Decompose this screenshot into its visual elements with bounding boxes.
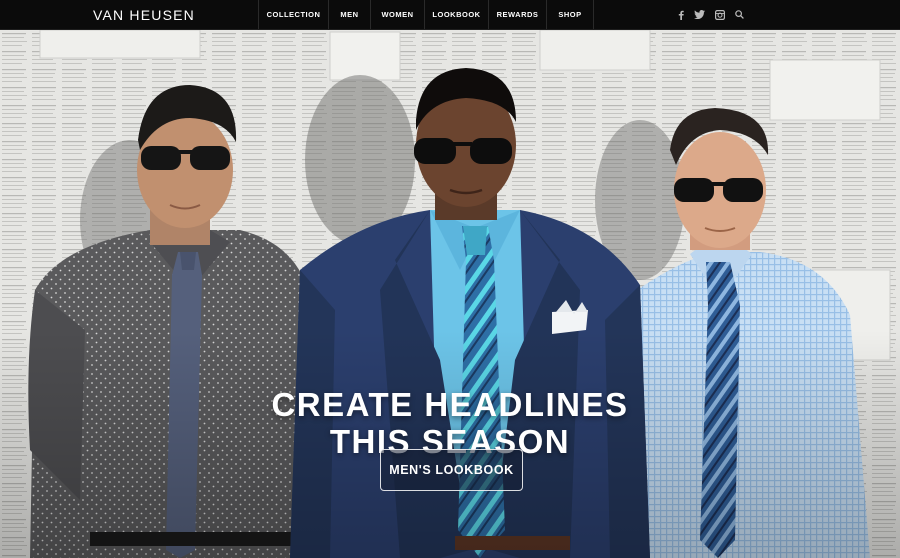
- nav-item-men[interactable]: MEN: [328, 0, 370, 29]
- nav-item-lookbook[interactable]: LOOKBOOK: [424, 0, 488, 29]
- brand-logo[interactable]: VAN HEUSEN: [0, 0, 258, 29]
- nav-item-shop[interactable]: SHOP: [546, 0, 594, 29]
- instagram-icon[interactable]: [715, 9, 725, 20]
- nav-item-rewards[interactable]: REWARDS: [488, 0, 546, 29]
- search-icon[interactable]: [735, 10, 744, 19]
- top-navigation-bar: VAN HEUSEN COLLECTION MEN WOMEN LOOKBOOK…: [0, 0, 900, 30]
- social-icons: [678, 0, 900, 29]
- facebook-icon[interactable]: [678, 10, 684, 20]
- nav-item-collection[interactable]: COLLECTION: [258, 0, 328, 29]
- mens-lookbook-button[interactable]: MEN'S LOOKBOOK: [380, 449, 523, 491]
- hero-headline-line-1: CREATE HEADLINES: [271, 386, 629, 423]
- primary-nav: COLLECTION MEN WOMEN LOOKBOOK REWARDS SH…: [258, 0, 594, 29]
- nav-item-women[interactable]: WOMEN: [370, 0, 424, 29]
- twitter-icon[interactable]: [694, 10, 705, 19]
